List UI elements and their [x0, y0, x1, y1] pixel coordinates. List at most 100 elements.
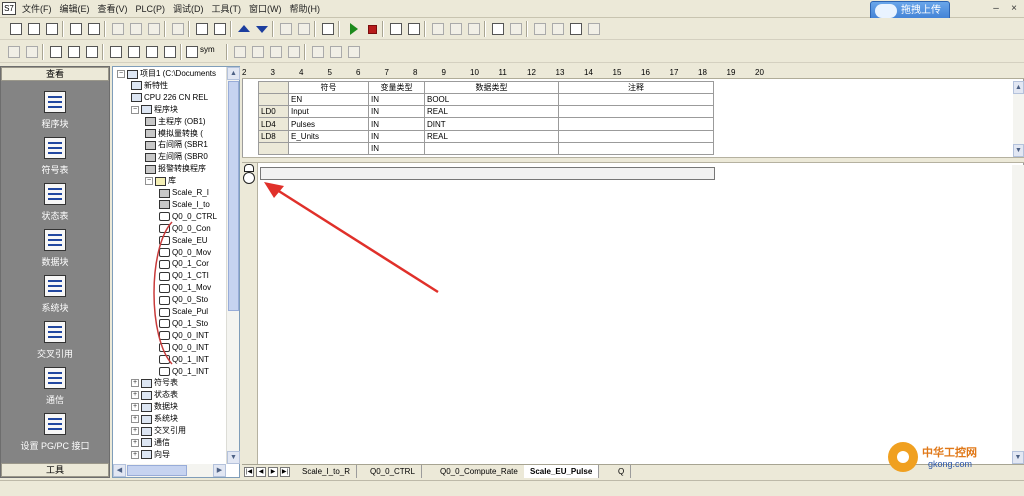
tree-vertical-scrollbar[interactable]: ▲ ▼ [226, 67, 240, 464]
line-left-icon[interactable] [268, 44, 284, 60]
cut-icon[interactable] [110, 21, 126, 37]
collapse-icon[interactable]: − [117, 70, 125, 78]
expand-icon[interactable]: + [131, 450, 139, 459]
menu-item-7[interactable]: 帮助(H) [290, 0, 329, 18]
expand-icon[interactable]: + [131, 379, 139, 388]
cell-data-type[interactable] [424, 141, 559, 156]
cell-comment[interactable] [558, 105, 714, 119]
line-icon[interactable] [162, 44, 178, 60]
cell-var-type[interactable]: IN [368, 117, 425, 131]
nav-item-program-block[interactable]: 程序块 [1, 91, 109, 135]
delete-network-icon[interactable] [24, 44, 40, 60]
scroll-right-icon[interactable]: ▶ [213, 464, 226, 477]
lock-2-icon[interactable] [550, 21, 566, 37]
cell-var-type[interactable]: IN [368, 129, 425, 143]
fbd-view-icon[interactable] [66, 44, 82, 60]
tree-item[interactable]: + 交叉引用 [131, 425, 227, 437]
cell-data-type[interactable]: REAL [424, 105, 559, 119]
tree-item[interactable]: + 数据块 [131, 401, 227, 413]
tree-item[interactable]: + 状态表 [131, 389, 227, 401]
tree-item[interactable]: + 系统块 [131, 413, 227, 425]
upload-icon[interactable] [236, 21, 252, 37]
cell-data-type[interactable]: BOOL [424, 93, 559, 107]
tree-item[interactable]: 主程序 (OB1) [145, 116, 227, 128]
toggle-2-icon[interactable] [448, 21, 464, 37]
nav-item-symbol-table[interactable]: 符号表 [1, 137, 109, 181]
tree-item[interactable]: − 程序块 [131, 104, 227, 116]
close-icon[interactable]: × [1008, 3, 1020, 15]
tab-last-icon[interactable]: ▶| [280, 467, 290, 477]
scroll-up-icon[interactable]: ▲ [1013, 81, 1024, 94]
cell-var-type[interactable]: IN [368, 105, 425, 119]
symbol-toggle-label[interactable]: sym [200, 45, 215, 54]
cell-data-type[interactable]: REAL [424, 129, 559, 143]
tree-item[interactable]: 新特性 [131, 80, 227, 92]
lock-3-icon[interactable] [568, 21, 584, 37]
line-down-icon[interactable] [232, 44, 248, 60]
contact-icon[interactable] [108, 44, 124, 60]
scroll-thumb[interactable] [228, 81, 239, 311]
lock-1-icon[interactable] [532, 21, 548, 37]
cell-comment[interactable] [558, 117, 714, 131]
tree-item[interactable]: Scale_I_to [159, 199, 227, 211]
sort-asc-icon[interactable] [278, 21, 294, 37]
nav-item-system-block[interactable]: 系统块 [1, 275, 109, 319]
nav-item-cross-reference[interactable]: 交叉引用 [1, 321, 109, 365]
stl-view-icon[interactable] [84, 44, 100, 60]
tab-pou[interactable]: Q0_0_Compute_Rate [434, 465, 525, 478]
expand-icon[interactable]: + [131, 415, 139, 424]
expand-icon[interactable]: + [131, 438, 139, 447]
cell-var-type[interactable]: IN [368, 141, 425, 156]
contact-insert-icon[interactable] [310, 44, 326, 60]
scroll-thumb-h[interactable] [127, 465, 187, 476]
new-file-icon[interactable] [8, 21, 24, 37]
expand-icon[interactable]: + [131, 403, 139, 412]
collapse-icon[interactable]: − [131, 105, 139, 114]
cell-var-type[interactable]: IN [368, 93, 425, 107]
table-row[interactable]: LD0 Input IN REAL [258, 105, 714, 119]
tab-pou[interactable]: Scale_I_to_R [296, 465, 358, 478]
stop-icon[interactable] [364, 21, 380, 37]
line-up-icon[interactable] [250, 44, 266, 60]
var-table-scrollbar[interactable]: ▲ ▼ [1013, 81, 1024, 157]
nav-item-status-table[interactable]: 状态表 [1, 183, 109, 227]
insert-network-icon[interactable] [6, 44, 22, 60]
download-icon[interactable] [254, 21, 270, 37]
nav-item-data-block[interactable]: 数据块 [1, 229, 109, 273]
tab-prev-icon[interactable]: ◀ [256, 467, 266, 477]
editor-vertical-scrollbar[interactable]: ▼ [1012, 165, 1024, 464]
menu-item-4[interactable]: 调试(D) [173, 0, 212, 18]
cell-comment[interactable] [558, 129, 714, 143]
tree-item[interactable]: − 项目1 (C:\Documents [117, 68, 227, 80]
compile-all-icon[interactable] [212, 21, 228, 37]
glasses-icon[interactable] [490, 21, 506, 37]
cell-symbol[interactable]: Input [288, 105, 369, 119]
cell-symbol[interactable] [288, 141, 369, 156]
tree-item[interactable]: CPU 226 CN REL [131, 92, 227, 104]
print-preview-icon[interactable] [86, 21, 102, 37]
sort-desc-icon[interactable] [296, 21, 312, 37]
toggle-1-icon[interactable] [430, 21, 446, 37]
pane-splitter[interactable] [242, 157, 1024, 163]
expand-icon[interactable]: + [131, 427, 139, 435]
cell-data-type[interactable]: DINT [424, 117, 559, 131]
tab-next-icon[interactable]: ▶ [268, 467, 278, 477]
collapse-icon[interactable]: − [145, 177, 153, 186]
ladder-view-icon[interactable] [48, 44, 64, 60]
table-row[interactable]: LD4 Pulses IN DINT [258, 117, 714, 131]
chart-status-icon[interactable] [406, 21, 422, 37]
scroll-down-icon[interactable]: ▼ [227, 451, 240, 464]
tab-pou[interactable]: Q [612, 465, 632, 478]
scroll-left-icon[interactable]: ◀ [113, 464, 126, 477]
cell-comment[interactable] [558, 93, 714, 107]
menu-item-6[interactable]: 窗口(W) [249, 0, 290, 18]
menu-item-1[interactable]: 编辑(E) [60, 0, 98, 18]
nav-item-pgpc-interface[interactable]: 设置 PG/PC 接口 [1, 413, 109, 457]
table-row[interactable]: EN IN BOOL [258, 93, 714, 107]
tree-item[interactable]: 报警转换程序 [145, 163, 227, 175]
menu-item-0[interactable]: 文件(F) [22, 0, 60, 18]
scroll-up-icon[interactable]: ▲ [227, 67, 240, 80]
open-file-icon[interactable] [26, 21, 42, 37]
table-row[interactable]: LD8 E_Units IN REAL [258, 129, 714, 143]
minimize-icon[interactable]: – [990, 3, 1002, 15]
